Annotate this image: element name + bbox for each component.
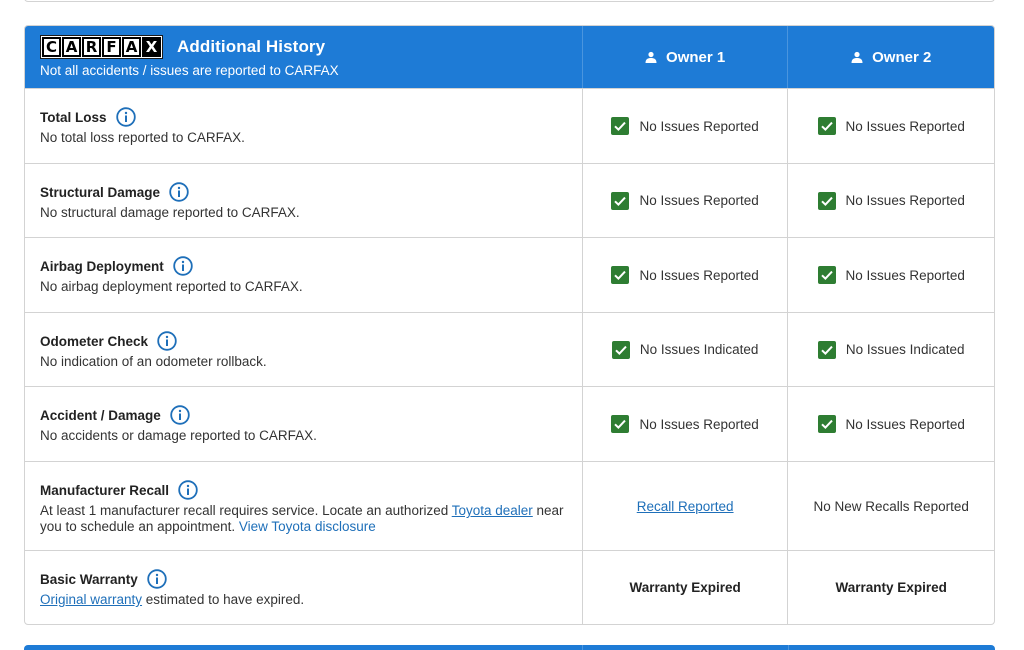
person-icon — [645, 51, 657, 63]
checkbox-checked-icon — [817, 415, 836, 433]
row-description: No accidents or damage reported to CARFA… — [40, 428, 317, 443]
row-description: At least 1 manufacturer recall requires … — [40, 503, 564, 534]
info-circle-icon[interactable] — [115, 107, 136, 127]
checkbox-checked-icon — [611, 415, 630, 433]
carfax-logo: CARFAX — [40, 35, 163, 59]
row-description: No total loss reported to CARFAX. — [40, 130, 245, 145]
owner-2-status: Warranty Expired — [835, 580, 947, 595]
next-section-header-edge — [24, 645, 995, 650]
previous-section-edge — [24, 0, 995, 2]
owner-2-status: No Issues Reported — [845, 118, 965, 134]
checkbox-checked-icon — [817, 191, 836, 210]
recall-reported-link[interactable]: Recall Reported — [637, 499, 734, 514]
owner-1-status: No Issues Reported — [639, 193, 759, 208]
row-title: Airbag Deployment — [40, 258, 164, 274]
checkbox-checked-icon — [611, 266, 630, 284]
checkbox-checked-icon — [611, 117, 630, 135]
info-circle-icon[interactable] — [157, 331, 177, 351]
additional-history-table: CARFAX Additional History Not all accide… — [24, 25, 995, 625]
info-circle-icon[interactable] — [178, 480, 198, 500]
owner-1-status: No Issues Indicated — [639, 342, 759, 357]
row-title: Manufacturer Recall — [40, 482, 170, 498]
section-title: Additional History — [177, 37, 326, 56]
checkbox-checked-icon — [611, 191, 630, 210]
checkbox-checked-icon — [611, 340, 630, 359]
section-subtitle: Not all accidents / issues are reported … — [40, 63, 339, 78]
row-description: No indication of an odometer rollback. — [40, 354, 267, 369]
owner-1-status: No Issues Reported — [639, 416, 759, 432]
table-row-odometer-check: Odometer Check No indication of an odome… — [25, 312, 994, 386]
table-row-structural-damage: Structural Damage No structural damage r… — [25, 163, 994, 237]
owner-1-status: No Issues Reported — [639, 118, 759, 134]
table-row-manufacturer-recall: Manufacturer Recall At least 1 manufactu… — [25, 461, 994, 550]
row-title: Structural Damage — [40, 184, 161, 200]
owner-1-label: Owner 1 — [666, 48, 726, 66]
original-warranty-link[interactable]: Original warranty — [40, 592, 142, 607]
row-title: Basic Warranty — [40, 571, 138, 587]
owner-2-status: No Issues Reported — [845, 193, 965, 208]
owner-2-status: No Issues Indicated — [845, 342, 965, 357]
row-description: No structural damage reported to CARFAX. — [40, 205, 300, 220]
table-header: CARFAX Additional History Not all accide… — [25, 26, 994, 88]
row-title: Total Loss — [40, 109, 107, 125]
table-row-total-loss: Total Loss No total loss reported to CAR… — [25, 88, 994, 163]
header-title-cell: CARFAX Additional History Not all accide… — [25, 26, 582, 88]
owner-2-status: No Issues Reported — [845, 267, 965, 283]
checkbox-checked-icon — [817, 266, 836, 284]
checkbox-checked-icon — [817, 117, 836, 135]
toyota-dealer-link[interactable]: Toyota dealer — [452, 503, 533, 518]
owner-2-status: No Issues Reported — [845, 416, 965, 432]
row-title: Accident / Damage — [40, 407, 161, 423]
info-circle-icon[interactable] — [173, 256, 193, 276]
owner-1-status: Warranty Expired — [629, 580, 741, 595]
view-toyota-disclosure-link[interactable]: View Toyota disclosure — [239, 519, 376, 534]
row-description: Original warranty estimated to have expi… — [40, 592, 305, 607]
checkbox-checked-icon — [817, 340, 836, 359]
info-circle-icon[interactable] — [147, 569, 167, 589]
owner-2-status: No New Recalls Reported — [813, 498, 969, 514]
row-title: Odometer Check — [40, 333, 149, 349]
info-circle-icon[interactable] — [170, 405, 190, 425]
row-description: No airbag deployment reported to CARFAX. — [40, 279, 303, 294]
table-row-basic-warranty: Basic Warranty Original warranty estimat… — [25, 550, 994, 624]
owner-1-header: Owner 1 — [581, 26, 788, 88]
owner-2-label: Owner 2 — [872, 48, 932, 66]
person-icon — [851, 51, 863, 63]
table-row-accident-damage: Accident / Damage No accidents or damage… — [25, 386, 994, 461]
info-circle-icon[interactable] — [169, 182, 189, 202]
table-row-airbag-deployment: Airbag Deployment No airbag deployment r… — [25, 237, 994, 312]
owner-2-header: Owner 2 — [787, 26, 994, 88]
owner-1-status: No Issues Reported — [639, 267, 759, 283]
